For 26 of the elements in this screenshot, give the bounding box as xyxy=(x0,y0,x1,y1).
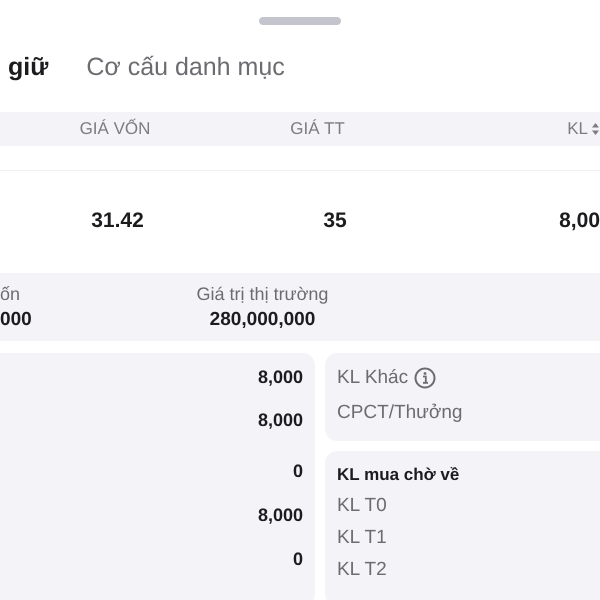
volume-label: KL T0 xyxy=(337,495,388,517)
summary-value: 280,000,000 xyxy=(210,308,316,330)
tab[interactable]: giữ xyxy=(8,52,48,82)
sort-icon[interactable] xyxy=(591,122,600,136)
card-title: KL mua chờ về xyxy=(337,465,460,485)
summary-label: Giá trị thị trường xyxy=(196,284,328,304)
volume-label: KL T2 xyxy=(337,559,388,581)
table-cell-text: 31.42 xyxy=(90,209,145,233)
table-cell-text: 8,00 xyxy=(558,209,600,233)
volume-label: KL Khác xyxy=(337,367,408,389)
column-header[interactable]: GIÁ VỐN xyxy=(0,119,230,139)
tab[interactable]: Cơ cấu danh mục xyxy=(86,52,285,82)
volume-value: 0 xyxy=(292,549,303,570)
volume-value: 8,000 xyxy=(258,505,303,526)
summary-value: 000 xyxy=(0,308,32,330)
volume-value: 0 xyxy=(292,461,303,482)
column-header[interactable]: KL xyxy=(567,119,588,139)
info-icon[interactable] xyxy=(414,367,436,389)
summary-label: ốn xyxy=(0,284,20,304)
volume-label: KL T1 xyxy=(337,527,388,549)
table-cell-text: 35 xyxy=(322,209,348,233)
volume-label: CPCT/Thưởng xyxy=(337,402,462,424)
column-header[interactable]: GIÁ TT xyxy=(230,119,405,139)
volume-value: 8,000 xyxy=(258,367,303,388)
volume-value: 8,000 xyxy=(258,410,303,431)
drag-handle[interactable] xyxy=(259,17,341,25)
